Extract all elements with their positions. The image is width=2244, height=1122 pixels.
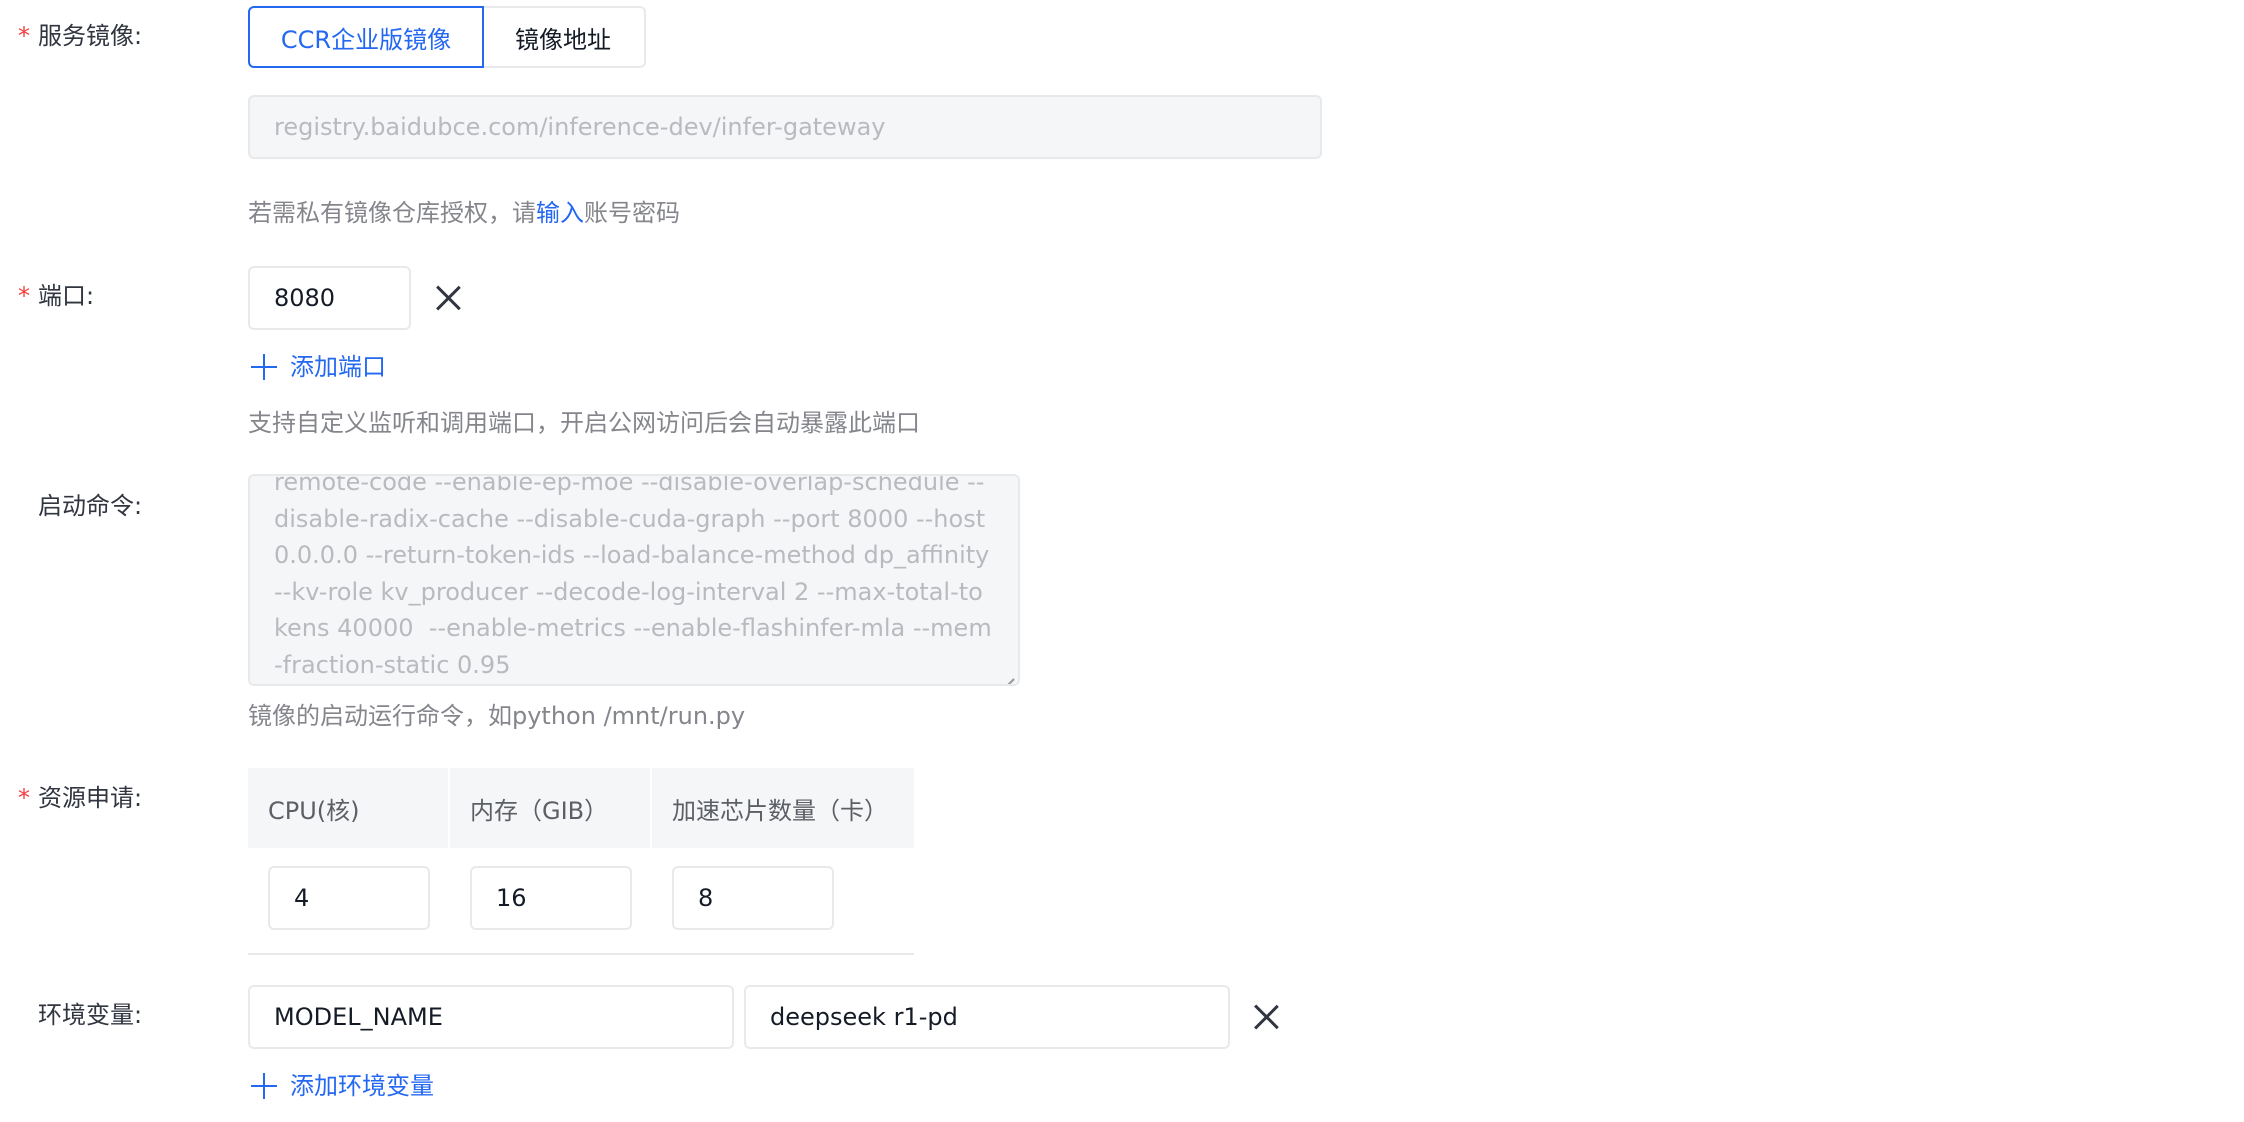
resource-header-memory: 内存（GIB） [450,768,650,848]
tab-image-address[interactable]: 镜像地址 [482,6,646,68]
memory-input[interactable]: 16 [470,866,632,930]
port-input[interactable]: 8080 [248,266,411,330]
env-value-value: deepseek r1-pd [770,1003,958,1031]
required-mark: * [18,22,30,50]
command-value: remote-code --enable-ep-moe --disable-ov… [274,474,998,679]
cpu-value: 4 [294,884,310,912]
memory-value: 16 [496,884,527,912]
plus-icon [250,353,278,381]
image-address-value: registry.baidubce.com/inference-dev/infe… [274,113,886,141]
command-help: 镜像的启动运行命令，如python /mnt/run.py [248,702,746,730]
plus-icon [250,1072,278,1100]
input-credentials-link[interactable]: 输入 [536,199,584,227]
command-label: 启动命令: [38,492,143,520]
accelerator-input[interactable]: 8 [672,866,834,930]
command-textarea[interactable]: remote-code --enable-ep-moe --disable-ov… [248,474,1020,686]
required-mark: * [18,282,30,310]
add-port-button[interactable]: 添加端口 [250,350,386,384]
required-mark: * [18,784,30,812]
accelerator-value: 8 [698,884,714,912]
image-label: * 服务镜像: [18,19,142,53]
env-key-input[interactable]: MODEL_NAME [248,985,734,1049]
add-env-button[interactable]: 添加环境变量 [250,1069,434,1103]
image-address-input[interactable]: registry.baidubce.com/inference-dev/infe… [248,95,1322,159]
remove-env-icon[interactable] [1252,1003,1280,1031]
image-auth-help: 若需私有镜像仓库授权，请输入账号密码 [248,199,680,227]
env-value-input[interactable]: deepseek r1-pd [744,985,1230,1049]
resource-header-cpu: CPU(核) [248,768,448,848]
cpu-input[interactable]: 4 [268,866,430,930]
resources-label: * 资源申请: [18,781,142,815]
port-value: 8080 [274,284,336,312]
resources-divider [248,953,914,955]
resize-handle-icon[interactable] [1000,666,1014,680]
env-key-value: MODEL_NAME [274,1003,443,1031]
env-label: 环境变量: [38,1001,143,1029]
port-label: * 端口: [18,279,94,313]
remove-port-icon[interactable] [434,284,462,312]
port-help: 支持自定义监听和调用端口，开启公网访问后会自动暴露此端口 [248,409,920,437]
resource-header-accelerator: 加速芯片数量（卡） [652,768,914,848]
tab-ccr-image[interactable]: CCR企业版镜像 [248,6,484,68]
